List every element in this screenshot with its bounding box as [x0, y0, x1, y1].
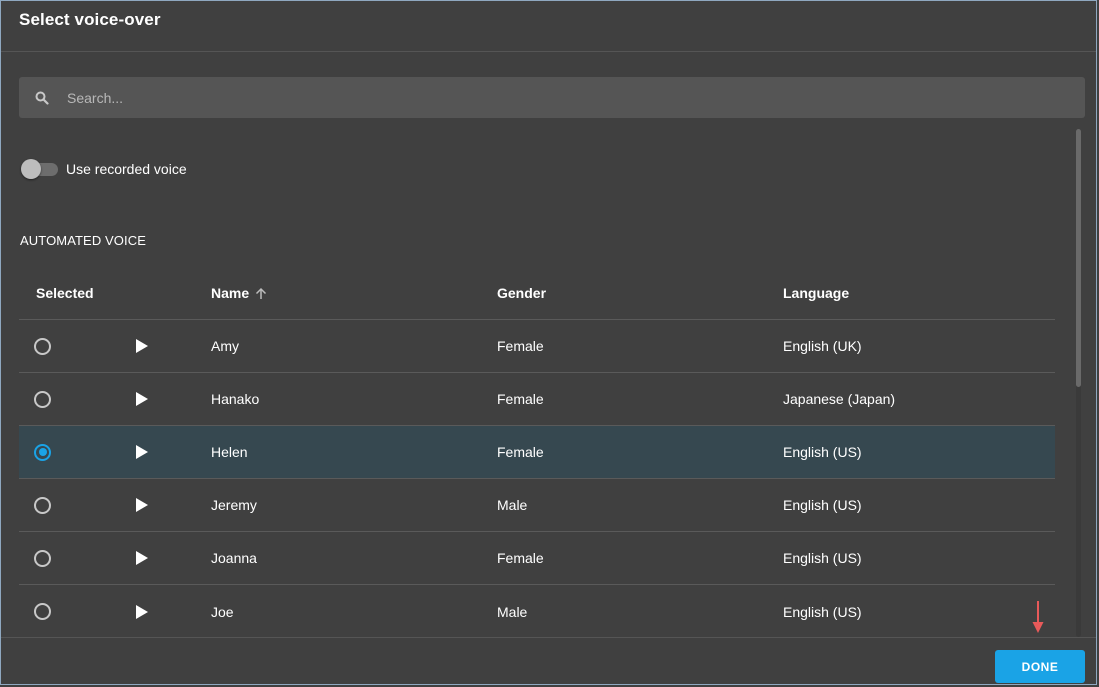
- dialog-title: Select voice-over: [19, 10, 161, 29]
- arrow-up-icon[interactable]: [255, 287, 267, 300]
- voice-language: Japanese (Japan): [783, 391, 896, 407]
- radio-button[interactable]: [34, 390, 51, 408]
- voice-name: Amy: [211, 338, 239, 354]
- play-icon[interactable]: [135, 550, 151, 566]
- play-icon[interactable]: [135, 391, 151, 407]
- search-icon: [19, 91, 65, 105]
- voice-gender: Female: [497, 391, 544, 407]
- voice-gender: Female: [497, 550, 544, 566]
- voice-language: English (US): [783, 497, 862, 513]
- play-icon[interactable]: [135, 604, 151, 620]
- voice-name: Jeremy: [211, 497, 257, 513]
- table-header: Selected Name Gender Language: [19, 267, 1055, 320]
- header-language[interactable]: Language: [783, 285, 1055, 301]
- section-title: AUTOMATED VOICE: [20, 233, 146, 248]
- radio-button[interactable]: [34, 337, 51, 355]
- arrow-down-icon: [1031, 600, 1045, 634]
- voice-language: English (UK): [783, 338, 862, 354]
- voice-name: Joanna: [211, 550, 257, 566]
- search-input[interactable]: [65, 88, 969, 107]
- table-row[interactable]: Jeremy Male English (US): [19, 479, 1055, 532]
- header-gender[interactable]: Gender: [497, 285, 783, 301]
- voice-gender: Male: [497, 497, 528, 513]
- header-name[interactable]: Name: [211, 285, 497, 301]
- voice-language: English (US): [783, 603, 862, 620]
- recorded-voice-toggle-row: Use recorded voice: [20, 159, 187, 179]
- header-name-label: Name: [211, 285, 250, 301]
- table-row[interactable]: Joanna Female English (US): [19, 532, 1055, 585]
- done-button[interactable]: DONE: [995, 650, 1085, 683]
- radio-button[interactable]: [34, 603, 51, 620]
- voice-language: English (US): [783, 444, 862, 460]
- dialog-footer: DONE: [1, 637, 1096, 684]
- play-icon[interactable]: [135, 338, 151, 354]
- voice-table: Selected Name Gender Language Amy Female…: [19, 267, 1055, 638]
- play-icon[interactable]: [135, 444, 151, 460]
- voice-name: Helen: [211, 444, 248, 460]
- voice-name: Joe: [211, 603, 234, 620]
- scrollbar-thumb[interactable]: [1076, 129, 1081, 387]
- radio-button[interactable]: [34, 549, 51, 567]
- toggle-knob: [21, 159, 41, 179]
- voice-gender: Female: [497, 444, 544, 460]
- table-row-selected[interactable]: Helen Female English (US): [19, 426, 1055, 479]
- table-row[interactable]: Hanako Female Japanese (Japan): [19, 373, 1055, 426]
- search-bar[interactable]: [19, 77, 1085, 118]
- header-selected: Selected: [36, 285, 94, 301]
- voice-language: English (US): [783, 550, 862, 566]
- dialog-header: Select voice-over: [1, 1, 1096, 52]
- voice-gender: Female: [497, 338, 544, 354]
- recorded-voice-toggle[interactable]: [20, 159, 60, 179]
- voice-gender: Male: [497, 603, 528, 620]
- radio-button-checked[interactable]: [34, 443, 51, 461]
- radio-button[interactable]: [34, 496, 51, 514]
- table-row[interactable]: Joe Male English (US): [19, 585, 1055, 638]
- toggle-label: Use recorded voice: [66, 161, 187, 177]
- scrollbar[interactable]: [1074, 129, 1084, 637]
- table-row[interactable]: Amy Female English (UK): [19, 320, 1055, 373]
- play-icon[interactable]: [135, 497, 151, 513]
- voice-name: Hanako: [211, 391, 260, 407]
- voice-over-dialog: Select voice-over Use recorded voice AUT…: [0, 0, 1097, 685]
